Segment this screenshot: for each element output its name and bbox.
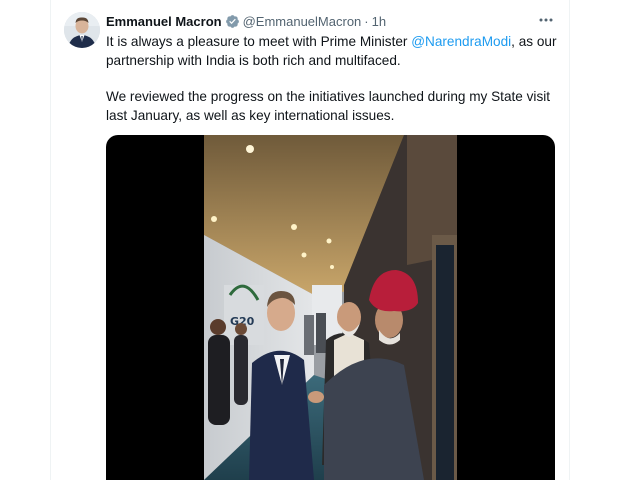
timestamp[interactable]: 1h: [372, 14, 386, 29]
video-frame[interactable]: G20: [204, 135, 457, 480]
tweet-header: Emmanuel Macron @EmmanuelMacron · 1h: [106, 12, 386, 30]
media-video[interactable]: G20: [106, 135, 555, 480]
display-name[interactable]: Emmanuel Macron: [106, 14, 222, 29]
separator-dot: ·: [364, 13, 369, 29]
tweet-text: It is always a pleasure to meet with Pri…: [106, 33, 558, 125]
avatar[interactable]: [64, 12, 100, 48]
verified-badge-icon: [225, 14, 240, 29]
avatar-image: [64, 12, 100, 48]
tweet-paragraph-2: We reviewed the progress on the initiati…: [106, 89, 551, 123]
paragraph-1-text-start: It is always a pleasure to meet with Pri…: [106, 34, 412, 49]
more-options-icon[interactable]: [536, 12, 556, 28]
user-handle[interactable]: @EmmanuelMacron: [243, 14, 362, 29]
tweet-paragraph-1: It is always a pleasure to meet with Pri…: [106, 33, 558, 70]
mention-link[interactable]: @NarendraModi: [411, 34, 511, 49]
video-scene: G20: [204, 135, 457, 480]
